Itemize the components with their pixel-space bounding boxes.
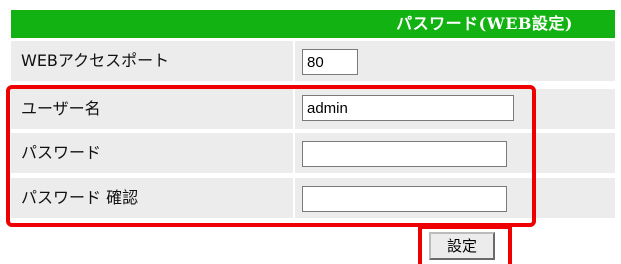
- credentials-highlight-box: [6, 85, 536, 227]
- web-access-port-cell: [295, 41, 615, 81]
- row-web-access-port: WEBアクセスポート: [11, 41, 615, 81]
- web-access-port-input[interactable]: [302, 49, 358, 75]
- web-access-port-label: WEBアクセスポート: [11, 41, 293, 81]
- submit-button[interactable]: 設定: [429, 232, 495, 260]
- section-header: パスワード(WEB設定): [11, 10, 615, 38]
